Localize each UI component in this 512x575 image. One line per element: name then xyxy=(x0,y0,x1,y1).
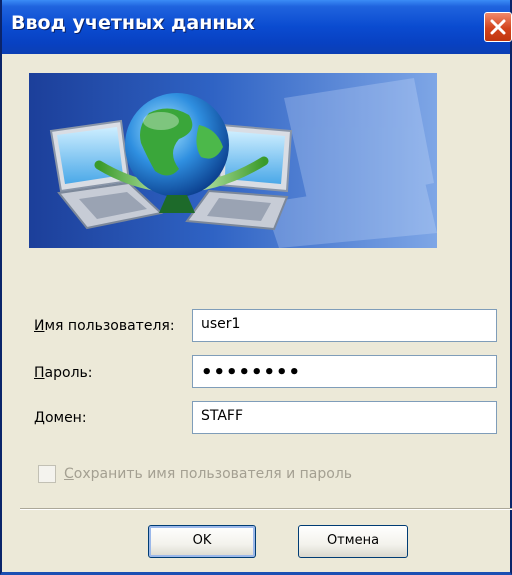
username-input[interactable]: user1 xyxy=(192,309,497,342)
domain-label-accel: Д xyxy=(34,410,45,426)
close-icon xyxy=(490,19,506,35)
domain-value: STAFF xyxy=(201,408,244,424)
domain-input[interactable]: STAFF xyxy=(192,401,497,434)
network-globe-laptops-illustration xyxy=(29,73,437,248)
banner-image xyxy=(29,73,437,248)
close-button[interactable] xyxy=(484,12,512,42)
cancel-button[interactable]: Отмена xyxy=(298,525,408,558)
password-label: Пароль: xyxy=(34,365,92,381)
ok-button[interactable]: OK xyxy=(148,525,256,558)
domain-label: Домен: xyxy=(34,410,87,426)
password-input[interactable]: •••••••• xyxy=(192,355,497,388)
title-bar[interactable]: Ввод учетных данных xyxy=(2,0,512,54)
username-label-accel: И xyxy=(34,318,45,334)
window-title: Ввод учетных данных xyxy=(11,12,255,34)
save-credentials-checkbox[interactable] xyxy=(38,465,56,483)
domain-label-text: омен: xyxy=(44,410,87,426)
save-credentials-text: охранить имя пользователя и пароль xyxy=(73,466,353,482)
username-label: Имя пользователя: xyxy=(34,318,175,334)
password-label-accel: П xyxy=(34,365,45,381)
save-credentials-label: Сохранить имя пользователя и пароль xyxy=(64,466,352,482)
save-credentials-accel: С xyxy=(64,466,74,482)
credentials-dialog: Ввод учетных данных Имя пользователя: us… xyxy=(0,0,512,575)
username-label-text: мя пользователя: xyxy=(44,318,175,334)
divider xyxy=(20,508,512,510)
password-value: •••••••• xyxy=(201,362,302,383)
username-value: user1 xyxy=(201,316,241,332)
password-label-text: ароль: xyxy=(44,365,93,381)
